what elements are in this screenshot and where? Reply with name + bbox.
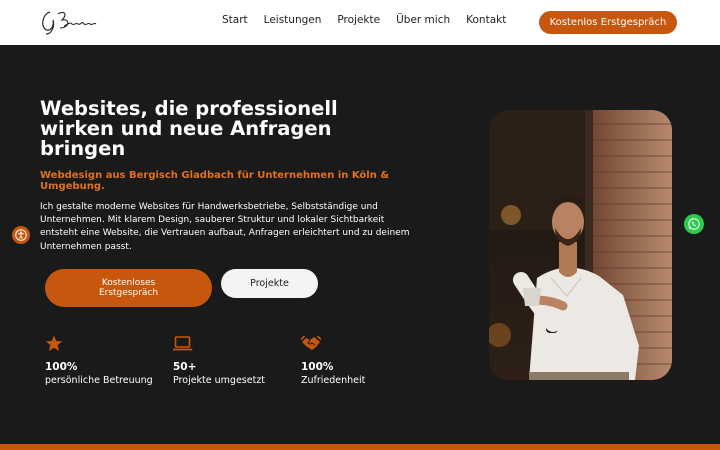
bottom-accent-bar <box>0 444 720 450</box>
laptop-icon <box>173 336 193 351</box>
star-icon <box>45 335 63 351</box>
nav-projekte[interactable]: Projekte <box>337 14 380 26</box>
accessibility-icon <box>15 229 27 241</box>
consultation-button[interactable]: Kostenloses Erstgespräch <box>45 269 212 307</box>
hero-subtitle: Webdesign aus Bergisch Gladbach für Unte… <box>40 170 390 192</box>
logo[interactable] <box>38 8 102 41</box>
projects-button[interactable]: Projekte <box>221 269 318 298</box>
portrait-illustration <box>489 110 672 380</box>
stat-value: 50+ <box>173 361 197 373</box>
header-cta-button[interactable]: Kostenlos Erstgespräch <box>539 11 677 34</box>
stat-label: Zufriedenheit <box>301 375 366 386</box>
hero-description: Ich gestalte moderne Websites für Handwe… <box>40 202 410 252</box>
stat-label: persönliche Betreuung <box>45 375 153 386</box>
main-nav: Start Leistungen Projekte Über mich Kont… <box>222 14 506 26</box>
whatsapp-button[interactable] <box>684 214 704 234</box>
stat-support: 100% persönliche Betreuung <box>45 335 165 386</box>
whatsapp-icon <box>688 218 700 230</box>
handshake-icon <box>301 335 321 350</box>
signature-logo <box>42 11 97 35</box>
stat-value: 100% <box>301 361 334 373</box>
site-header: Start Leistungen Projekte Über mich Kont… <box>0 0 720 45</box>
stat-label: Projekte umgesetzt <box>173 375 266 386</box>
nav-start[interactable]: Start <box>222 14 248 26</box>
hero-title: Websites, die professionell wirken und n… <box>40 97 338 160</box>
hero-portrait-photo <box>489 110 672 380</box>
stat-projects: 50+ Projekte umgesetzt <box>173 335 293 386</box>
stat-value: 100% <box>45 361 78 373</box>
accessibility-button[interactable] <box>12 226 30 244</box>
stat-satisfaction: 100% Zufriedenheit <box>301 335 421 386</box>
nav-kontakt[interactable]: Kontakt <box>466 14 506 26</box>
nav-leistungen[interactable]: Leistungen <box>264 14 322 26</box>
nav-ueber-mich[interactable]: Über mich <box>396 14 450 26</box>
